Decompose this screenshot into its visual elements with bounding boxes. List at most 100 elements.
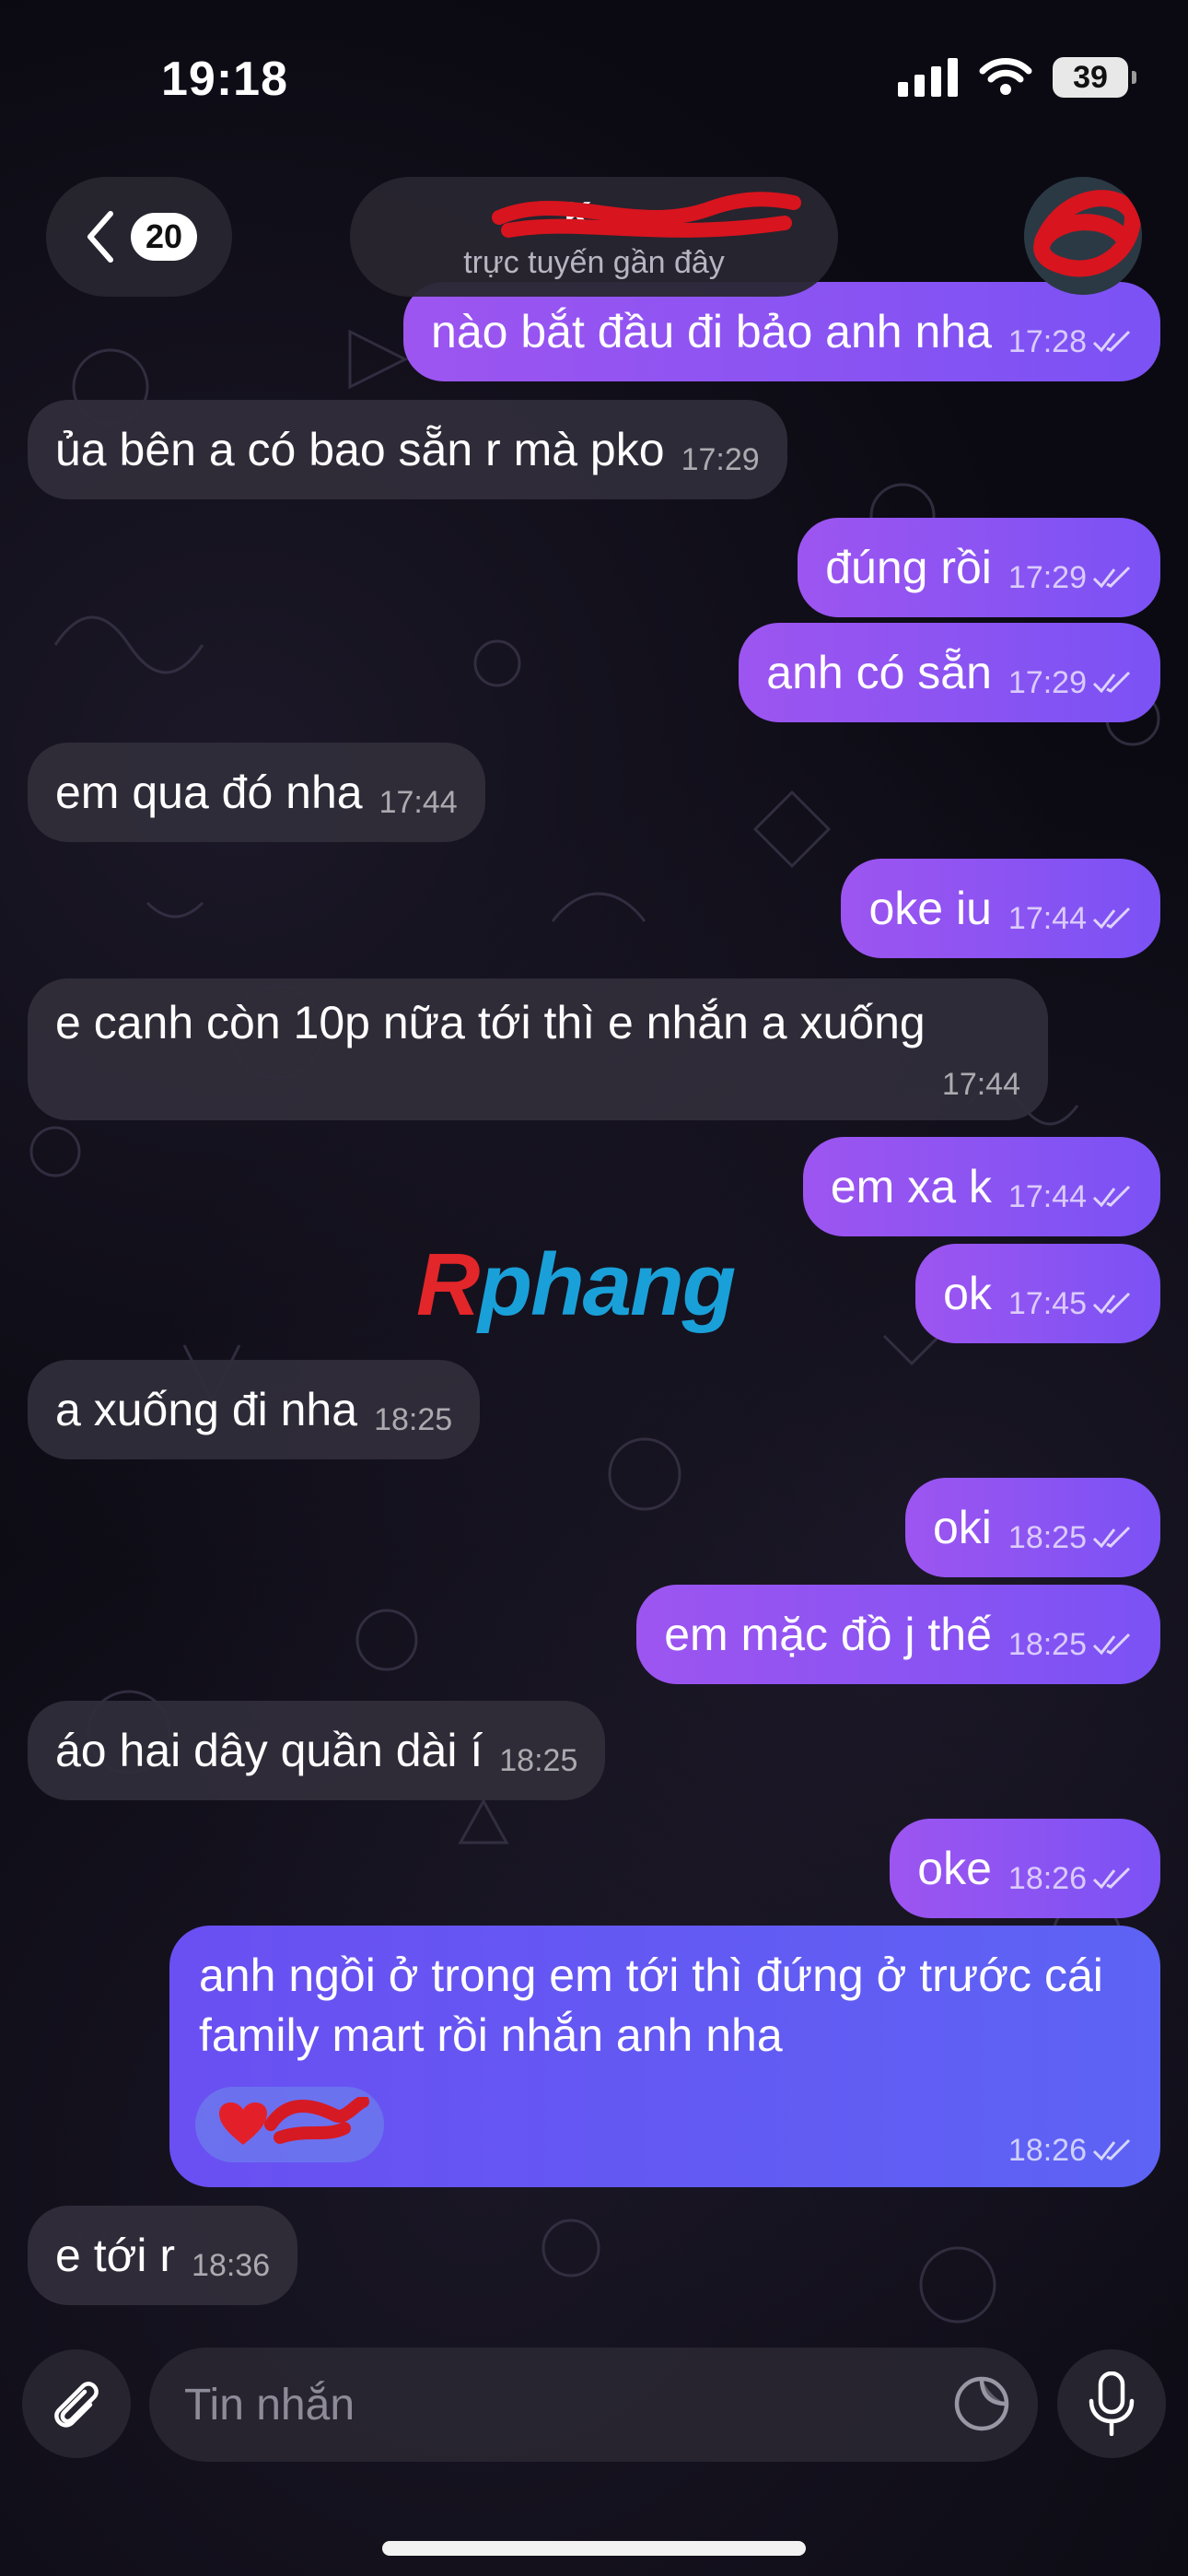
- double-check-icon: [1092, 1526, 1131, 1549]
- watermark-letter: R: [416, 1235, 480, 1334]
- message-time: 17:29: [1007, 560, 1087, 595]
- double-check-icon: [1092, 1633, 1131, 1656]
- message-meta: 17:44: [1008, 1147, 1133, 1247]
- message-time: 18:25: [374, 1402, 453, 1437]
- chat-name: K...: [492, 191, 802, 240]
- message-meta: 18:36: [192, 2216, 270, 2315]
- message-meta: 17:28: [1008, 292, 1133, 392]
- attach-button[interactable]: [22, 2349, 131, 2458]
- message-text: anh ngồi ở trong em tới thì đứng ở trước…: [199, 1950, 1103, 2061]
- message-time: 18:36: [192, 2248, 271, 2283]
- message-time: 17:45: [1007, 1286, 1087, 1321]
- message-input[interactable]: [184, 2379, 903, 2430]
- message-time: 17:44: [1007, 901, 1087, 936]
- message-time: 17:29: [681, 442, 760, 477]
- reaction-badge[interactable]: [195, 2087, 384, 2162]
- message-text: áo hai dây quần dài í: [55, 1725, 483, 1776]
- message-outgoing[interactable]: em mặc đồ j thế 18:25: [636, 1585, 1160, 1684]
- message-incoming[interactable]: em qua đó nha 17:44: [28, 743, 485, 842]
- double-check-icon: [1092, 671, 1131, 694]
- message-text: đúng rồi: [825, 542, 992, 593]
- chat-screen: nào bắt đầu đi bảo anh nha 17:28 ủa bên …: [0, 0, 1188, 2576]
- message-meta: 17:29: [681, 410, 760, 509]
- message-meta: 18:26: [1008, 1829, 1133, 1928]
- message-outgoing[interactable]: nào bắt đầu đi bảo anh nha 17:28: [403, 282, 1160, 381]
- message-list[interactable]: nào bắt đầu đi bảo anh nha 17:28 ủa bên …: [0, 0, 1188, 2359]
- message-text: a xuống đi nha: [55, 1384, 358, 1435]
- message-outgoing[interactable]: oke iu 17:44: [841, 859, 1160, 958]
- battery-icon: 39: [1053, 57, 1136, 98]
- message-time: 18:26: [1007, 2132, 1087, 2168]
- message-meta: 18:25: [1008, 1595, 1133, 1694]
- message-text: ủa bên a có bao sẵn r mà pko: [55, 424, 665, 475]
- paperclip-icon: [54, 2382, 99, 2428]
- message-text: anh có sẵn: [766, 647, 992, 698]
- double-check-icon: [1092, 1292, 1131, 1315]
- watermark-logo: Rphang: [416, 1235, 736, 1336]
- message-outgoing[interactable]: oke 18:26: [890, 1819, 1160, 1918]
- message-text: ok: [943, 1268, 992, 1319]
- microphone-icon: [1089, 2371, 1135, 2436]
- double-check-icon: [1092, 2138, 1131, 2161]
- status-bar: 19:18 39: [0, 0, 1188, 157]
- message-incoming[interactable]: e tới r 18:36: [28, 2206, 298, 2305]
- message-time: 17:44: [941, 1067, 1020, 1103]
- message-text: em mặc đồ j thế: [664, 1609, 992, 1660]
- message-text: em xa k: [830, 1161, 992, 1212]
- message-meta: 17:29: [1008, 633, 1133, 732]
- message-incoming[interactable]: a xuống đi nha 18:25: [28, 1360, 481, 1459]
- redaction-scribble-icon: [492, 191, 802, 238]
- back-button[interactable]: 20: [46, 177, 232, 297]
- message-meta: 17:44: [1008, 869, 1133, 968]
- microphone-button[interactable]: [1057, 2349, 1166, 2458]
- message-meta: 17:44: [942, 1066, 1020, 1104]
- message-meta: 17:45: [1008, 1254, 1133, 1353]
- message-outgoing[interactable]: em xa k 17:44: [802, 1137, 1160, 1236]
- message-incoming[interactable]: áo hai dây quần dài í 18:25: [28, 1701, 606, 1800]
- message-outgoing-highlighted[interactable]: anh ngồi ở trong em tới thì đứng ở trước…: [169, 1926, 1160, 2187]
- message-time: 17:44: [1007, 1179, 1087, 1214]
- message-time: 18:26: [1007, 1861, 1087, 1896]
- message-meta: 18:25: [1008, 1488, 1133, 1587]
- message-text: e canh còn 10p nữa tới thì e nhắn a xuốn…: [55, 997, 926, 1048]
- message-meta: 17:44: [379, 753, 458, 852]
- message-incoming[interactable]: e canh còn 10p nữa tới thì e nhắn a xuốn…: [28, 978, 1048, 1120]
- double-check-icon: [1092, 330, 1131, 353]
- message-meta: 18:26: [1008, 2130, 1133, 2171]
- message-time: 17:44: [379, 785, 458, 820]
- message-outgoing[interactable]: anh có sẵn 17:29: [739, 623, 1160, 722]
- sticker-icon[interactable]: [951, 2373, 1012, 2434]
- message-text: em qua đó nha: [55, 767, 363, 818]
- avatar[interactable]: [1024, 177, 1142, 295]
- double-check-icon: [1092, 1867, 1131, 1890]
- message-outgoing[interactable]: đúng rồi 17:29: [798, 518, 1160, 617]
- chat-status: trực tuyến gần đây: [463, 244, 725, 280]
- chevron-left-icon: [87, 211, 113, 263]
- message-input-field[interactable]: [149, 2348, 1038, 2462]
- message-text: nào bắt đầu đi bảo anh nha: [431, 306, 992, 357]
- message-incoming[interactable]: ủa bên a có bao sẵn r mà pko 17:29: [28, 400, 787, 499]
- status-icons: 39: [898, 57, 1136, 98]
- status-time: 19:18: [161, 53, 288, 106]
- message-text: oki: [932, 1502, 992, 1553]
- message-outgoing[interactable]: oki 18:25: [904, 1478, 1160, 1577]
- message-meta: 17:29: [1008, 528, 1133, 627]
- message-time: 18:25: [1007, 1520, 1087, 1555]
- watermark-text: phang: [478, 1235, 736, 1334]
- chat-title-button[interactable]: K... trực tuyến gần đây: [350, 177, 838, 297]
- double-check-icon: [1092, 907, 1131, 930]
- message-meta: 18:25: [499, 1711, 577, 1810]
- message-outgoing[interactable]: ok 17:45: [915, 1244, 1160, 1343]
- message-meta: 18:25: [374, 1370, 452, 1469]
- cellular-signal-icon: [898, 58, 958, 97]
- message-time: 18:25: [499, 1743, 578, 1778]
- double-check-icon: [1092, 1185, 1131, 1208]
- message-text: oke iu: [868, 883, 992, 934]
- avatar-redaction-icon: [1024, 177, 1142, 295]
- home-indicator[interactable]: [382, 2541, 806, 2556]
- scribble-redaction-icon: [264, 2097, 369, 2144]
- message-text: e tới r: [55, 2230, 176, 2281]
- message-time: 17:28: [1007, 324, 1087, 359]
- unread-count-badge: 20: [131, 213, 197, 261]
- double-check-icon: [1092, 566, 1131, 589]
